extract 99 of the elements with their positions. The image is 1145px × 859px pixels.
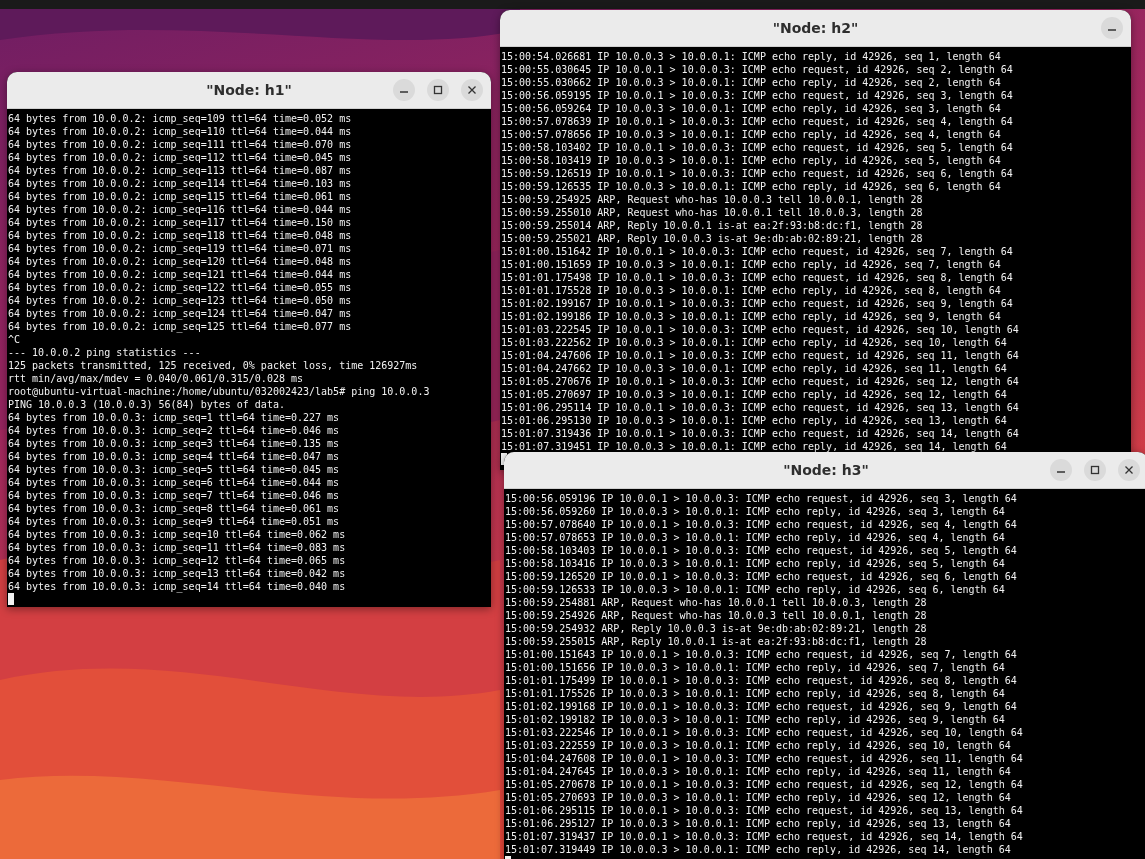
terminal-line: 64 bytes from 10.0.0.3: icmp_seq=12 ttl=64 time=0.065 ms: [8, 554, 346, 567]
terminal-line: 15:01:05.270678 IP 10.0.0.1 > 10.0.0.3: ICMP echo request, id 42926, seq 12, length 64: [505, 778, 1023, 791]
terminal-line: 64 bytes from 10.0.0.3: icmp_seq=13 ttl=64 time=0.042 ms: [8, 567, 346, 580]
terminal-line: 15:00:59.255015 ARP, Reply 10.0.0.1 is-at ea:2f:93:b8:dc:f1, length 28: [505, 635, 927, 648]
terminal-line: 64 bytes from 10.0.0.2: icmp_seq=120 ttl=64 time=0.048 ms: [8, 255, 352, 268]
terminal-line: 15:00:56.059264 IP 10.0.0.3 > 10.0.0.1: ICMP echo reply, id 42926, seq 3, length 64: [501, 102, 1001, 115]
terminal-line: 15:01:06.295114 IP 10.0.0.1 > 10.0.0.3: ICMP echo request, id 42926, seq 13, length 64: [501, 401, 1019, 414]
terminal-line: 15:01:07.319437 IP 10.0.0.1 > 10.0.0.3: ICMP echo request, id 42926, seq 14, length 64: [505, 830, 1023, 843]
terminal-line: 64 bytes from 10.0.0.2: icmp_seq=116 ttl=64 time=0.044 ms: [8, 203, 352, 216]
terminal-line: 15:01:04.247608 IP 10.0.0.1 > 10.0.0.3: ICMP echo request, id 42926, seq 11, length 64: [505, 752, 1023, 765]
terminal-line: 15:00:57.078653 IP 10.0.0.3 > 10.0.0.1: ICMP echo reply, id 42926, seq 4, length 64: [505, 531, 1005, 544]
terminal-line: 15:01:02.199168 IP 10.0.0.1 > 10.0.0.3: ICMP echo request, id 42926, seq 9, length 64: [505, 700, 1017, 713]
window-title: "Node: h1": [206, 82, 292, 98]
terminal-line: 64 bytes from 10.0.0.3: icmp_seq=1 ttl=64 time=0.227 ms: [8, 411, 340, 424]
terminal-line: 15:01:05.270697 IP 10.0.0.3 > 10.0.0.1: ICMP echo reply, id 42926, seq 12, length 64: [501, 388, 1007, 401]
terminal-line: 15:00:54.026681 IP 10.0.0.3 > 10.0.0.1: ICMP echo reply, id 42926, seq 1, length 64: [501, 50, 1001, 63]
terminal-line: 15:00:58.103403 IP 10.0.0.1 > 10.0.0.3: ICMP echo request, id 42926, seq 5, length 64: [505, 544, 1017, 557]
terminal-line: 15:01:01.175498 IP 10.0.0.1 > 10.0.0.3: ICMP echo request, id 42926, seq 8, length 64: [501, 271, 1013, 284]
terminal-line: 64 bytes from 10.0.0.3: icmp_seq=5 ttl=64 time=0.045 ms: [8, 463, 340, 476]
terminal-line: 15:01:02.199167 IP 10.0.0.1 > 10.0.0.3: ICMP echo request, id 42926, seq 9, length 64: [501, 297, 1013, 310]
terminal-line: 64 bytes from 10.0.0.2: icmp_seq=118 ttl=64 time=0.048 ms: [8, 229, 352, 242]
terminal-line: 15:01:02.199182 IP 10.0.0.3 > 10.0.0.1: ICMP echo reply, id 42926, seq 9, length 64: [505, 713, 1005, 726]
terminal-line: 15:00:59.255014 ARP, Reply 10.0.0.1 is-at ea:2f:93:b8:dc:f1, length 28: [501, 219, 923, 232]
terminal-line: 64 bytes from 10.0.0.3: icmp_seq=6 ttl=64 time=0.044 ms: [8, 476, 340, 489]
terminal-line: 125 packets transmitted, 125 received, 0% packet loss, time 126927ms: [8, 359, 418, 372]
terminal-line: 15:01:03.222545 IP 10.0.0.1 > 10.0.0.3: ICMP echo request, id 42926, seq 10, length 64: [501, 323, 1019, 336]
terminal-line: 15:00:59.126519 IP 10.0.0.1 > 10.0.0.3: ICMP echo request, id 42926, seq 6, length 64: [501, 167, 1013, 180]
terminal-line: 15:01:06.295127 IP 10.0.0.3 > 10.0.0.1: ICMP echo reply, id 42926, seq 13, length 64: [505, 817, 1011, 830]
terminal-line: 15:00:58.103416 IP 10.0.0.3 > 10.0.0.1: ICMP echo reply, id 42926, seq 5, length 64: [505, 557, 1005, 570]
terminal-line: 64 bytes from 10.0.0.2: icmp_seq=110 ttl=64 time=0.044 ms: [8, 125, 352, 138]
terminal-line: 64 bytes from 10.0.0.2: icmp_seq=112 ttl=64 time=0.045 ms: [8, 151, 352, 164]
terminal-line: 15:01:06.295115 IP 10.0.0.1 > 10.0.0.3: ICMP echo request, id 42926, seq 13, length 64: [505, 804, 1023, 817]
terminal-line: 64 bytes from 10.0.0.2: icmp_seq=119 ttl=64 time=0.071 ms: [8, 242, 352, 255]
terminal-line: 64 bytes from 10.0.0.2: icmp_seq=125 ttl=64 time=0.077 ms: [8, 320, 352, 333]
terminal-line: 64 bytes from 10.0.0.3: icmp_seq=14 ttl=64 time=0.040 ms: [8, 580, 346, 593]
terminal-line: 64 bytes from 10.0.0.2: icmp_seq=122 ttl=64 time=0.055 ms: [8, 281, 352, 294]
terminal-line: 15:00:59.254932 ARP, Reply 10.0.0.3 is-at 9e:db:ab:02:89:21, length 28: [505, 622, 927, 635]
terminal-line: 15:01:01.175499 IP 10.0.0.1 > 10.0.0.3: ICMP echo request, id 42926, seq 8, length 64: [505, 674, 1017, 687]
terminal-line: 15:01:07.319449 IP 10.0.0.3 > 10.0.0.1: ICMP echo reply, id 42926, seq 14, length 64: [505, 843, 1011, 856]
terminal-line: 64 bytes from 10.0.0.2: icmp_seq=115 ttl=64 time=0.061 ms: [8, 190, 352, 203]
terminal-line: rtt min/avg/max/mdev = 0.040/0.061/0.315/0.028 ms: [8, 372, 303, 385]
window-title: "Node: h2": [772, 20, 859, 36]
terminal-line: 15:00:59.254881 ARP, Request who-has 10.0.0.1 tell 10.0.0.3, length 28: [505, 596, 927, 609]
terminal-line: 64 bytes from 10.0.0.3: icmp_seq=2 ttl=64 time=0.046 ms: [8, 424, 340, 437]
terminal-line: 64 bytes from 10.0.0.2: icmp_seq=121 ttl=64 time=0.044 ms: [8, 268, 352, 281]
terminal-line: 15:00:59.255021 ARP, Reply 10.0.0.3 is-at 9e:db:ab:02:89:21, length 28: [501, 232, 923, 245]
terminal-line: 15:00:57.078640 IP 10.0.0.1 > 10.0.0.3: ICMP echo request, id 42926, seq 4, length 64: [505, 518, 1017, 531]
terminal-line: 15:01:05.270693 IP 10.0.0.3 > 10.0.0.1: ICMP echo reply, id 42926, seq 12, length 64: [505, 791, 1011, 804]
terminal-line: 15:01:06.295130 IP 10.0.0.3 > 10.0.0.1: ICMP echo reply, id 42926, seq 13, length 64: [501, 414, 1007, 427]
terminal-line: 64 bytes from 10.0.0.2: icmp_seq=113 ttl=64 time=0.087 ms: [8, 164, 352, 177]
terminal-line: 15:01:00.151643 IP 10.0.0.1 > 10.0.0.3: ICMP echo request, id 42926, seq 7, length 64: [505, 648, 1017, 661]
terminal-line: 64 bytes from 10.0.0.3: icmp_seq=10 ttl=64 time=0.062 ms: [8, 528, 346, 541]
terminal-line: 15:00:57.078656 IP 10.0.0.3 > 10.0.0.1: ICMP echo reply, id 42926, seq 4, length 64: [501, 128, 1001, 141]
terminal-line: 15:01:02.199186 IP 10.0.0.3 > 10.0.0.1: ICMP echo reply, id 42926, seq 9, length 64: [501, 310, 1001, 323]
terminal-line: 15:00:56.059196 IP 10.0.0.1 > 10.0.0.3: ICMP echo request, id 42926, seq 3, length 64: [505, 492, 1017, 505]
terminal-line: 15:01:04.247662 IP 10.0.0.3 > 10.0.0.1: ICMP echo reply, id 42926, seq 11, length 64: [501, 362, 1007, 375]
terminal-line: --- 10.0.0.2 ping statistics ---: [8, 346, 201, 359]
terminal-line: 15:01:00.151642 IP 10.0.0.1 > 10.0.0.3: ICMP echo request, id 42926, seq 7, length 64: [501, 245, 1013, 258]
terminal-line: 15:01:01.175526 IP 10.0.0.3 > 10.0.0.1: ICMP echo reply, id 42926, seq 8, length 64: [505, 687, 1005, 700]
terminal-line: 15:01:04.247645 IP 10.0.0.3 > 10.0.0.1: ICMP echo reply, id 42926, seq 11, length 64: [505, 765, 1011, 778]
terminal-line: 15:01:00.151659 IP 10.0.0.3 > 10.0.0.1: ICMP echo reply, id 42926, seq 7, length 64: [501, 258, 1001, 271]
terminal-line: 64 bytes from 10.0.0.2: icmp_seq=123 ttl=64 time=0.050 ms: [8, 294, 352, 307]
terminal-line: 15:01:03.222562 IP 10.0.0.3 > 10.0.0.1: ICMP echo reply, id 42926, seq 10, length 64: [501, 336, 1007, 349]
terminal-line: 64 bytes from 10.0.0.2: icmp_seq=117 ttl=64 time=0.150 ms: [8, 216, 352, 229]
terminal-line: 15:00:57.078639 IP 10.0.0.1 > 10.0.0.3: ICMP echo request, id 42926, seq 4, length 64: [501, 115, 1013, 128]
terminal-line: 15:00:55.030645 IP 10.0.0.1 > 10.0.0.3: ICMP echo request, id 42926, seq 2, length 64: [501, 63, 1013, 76]
terminal-line: 15:01:07.319436 IP 10.0.0.1 > 10.0.0.3: ICMP echo request, id 42926, seq 14, length 64: [501, 427, 1019, 440]
terminal-line: 15:00:59.126535 IP 10.0.0.3 > 10.0.0.1: ICMP echo reply, id 42926, seq 6, length 64: [501, 180, 1001, 193]
terminal-line: 64 bytes from 10.0.0.3: icmp_seq=8 ttl=64 time=0.061 ms: [8, 502, 340, 515]
terminal-line: 15:00:59.254926 ARP, Request who-has 10.0.0.3 tell 10.0.0.1, length 28: [505, 609, 927, 622]
terminal-line: 64 bytes from 10.0.0.3: icmp_seq=4 ttl=64 time=0.047 ms: [8, 450, 340, 463]
terminal-line: 15:01:00.151656 IP 10.0.0.3 > 10.0.0.1: ICMP echo reply, id 42926, seq 7, length 64: [505, 661, 1005, 674]
terminal-line: root@ubuntu-virtual-machine:/home/ubuntu/032002423/lab5# ping 10.0.0.3: [8, 385, 430, 398]
terminal-line: 64 bytes from 10.0.0.3: icmp_seq=7 ttl=64 time=0.046 ms: [8, 489, 340, 502]
window-title: "Node: h3": [783, 462, 869, 478]
terminal-line: 64 bytes from 10.0.0.3: icmp_seq=9 ttl=64 time=0.051 ms: [8, 515, 340, 528]
terminal-line: 15:00:56.059195 IP 10.0.0.1 > 10.0.0.3: ICMP echo request, id 42926, seq 3, length 64: [501, 89, 1013, 102]
terminal-line: 15:01:03.222559 IP 10.0.0.3 > 10.0.0.1: ICMP echo reply, id 42926, seq 10, length 64: [505, 739, 1011, 752]
terminal-line: 15:00:59.255010 ARP, Request who-has 10.0.0.1 tell 10.0.0.3, length 28: [501, 206, 923, 219]
terminal-line: 15:01:01.175528 IP 10.0.0.3 > 10.0.0.1: ICMP echo reply, id 42926, seq 8, length 64: [501, 284, 1001, 297]
terminal-line: 15:00:56.059260 IP 10.0.0.3 > 10.0.0.1: ICMP echo reply, id 42926, seq 3, length 64: [505, 505, 1005, 518]
terminal-line: 64 bytes from 10.0.0.3: icmp_seq=11 ttl=64 time=0.083 ms: [8, 541, 346, 554]
terminal-line: 15:01:07.319451 IP 10.0.0.3 > 10.0.0.1: ICMP echo reply, id 42926, seq 14, length 64: [501, 440, 1007, 453]
terminal-line: 15:00:59.254925 ARP, Request who-has 10.0.0.3 tell 10.0.0.1, length 28: [501, 193, 923, 206]
terminal-line: ^C: [8, 333, 21, 346]
terminal-line: 15:01:03.222546 IP 10.0.0.1 > 10.0.0.3: ICMP echo request, id 42926, seq 10, length 64: [505, 726, 1023, 739]
terminal-line: 64 bytes from 10.0.0.2: icmp_seq=111 ttl=64 time=0.070 ms: [8, 138, 352, 151]
terminal-line: 64 bytes from 10.0.0.2: icmp_seq=124 ttl=64 time=0.047 ms: [8, 307, 352, 320]
terminal-line: 15:00:59.126533 IP 10.0.0.3 > 10.0.0.1: ICMP echo reply, id 42926, seq 6, length 64: [505, 583, 1005, 596]
terminal-line: 15:01:05.270676 IP 10.0.0.1 > 10.0.0.3: ICMP echo request, id 42926, seq 12, length 64: [501, 375, 1019, 388]
terminal-line: 64 bytes from 10.0.0.3: icmp_seq=3 ttl=64 time=0.135 ms: [8, 437, 340, 450]
terminal-line: 15:00:58.103402 IP 10.0.0.1 > 10.0.0.3: ICMP echo request, id 42926, seq 5, length 64: [501, 141, 1013, 154]
terminal-line: 64 bytes from 10.0.0.2: icmp_seq=114 ttl=64 time=0.103 ms: [8, 177, 352, 190]
terminal-line: 15:00:55.030662 IP 10.0.0.3 > 10.0.0.1: ICMP echo reply, id 42926, seq 2, length 64: [501, 76, 1001, 89]
terminal-line: 15:01:04.247606 IP 10.0.0.1 > 10.0.0.3: ICMP echo request, id 42926, seq 11, length 64: [501, 349, 1019, 362]
terminal-line: PING 10.0.0.3 (10.0.0.3) 56(84) bytes of data.: [8, 398, 285, 411]
terminal-line: 15:00:58.103419 IP 10.0.0.3 > 10.0.0.1: ICMP echo reply, id 42926, seq 5, length 64: [501, 154, 1001, 167]
terminal-line: 15:00:59.126520 IP 10.0.0.1 > 10.0.0.3: ICMP echo request, id 42926, seq 6, length 64: [505, 570, 1017, 583]
terminal-line: 64 bytes from 10.0.0.2: icmp_seq=109 ttl=64 time=0.052 ms: [8, 112, 352, 125]
